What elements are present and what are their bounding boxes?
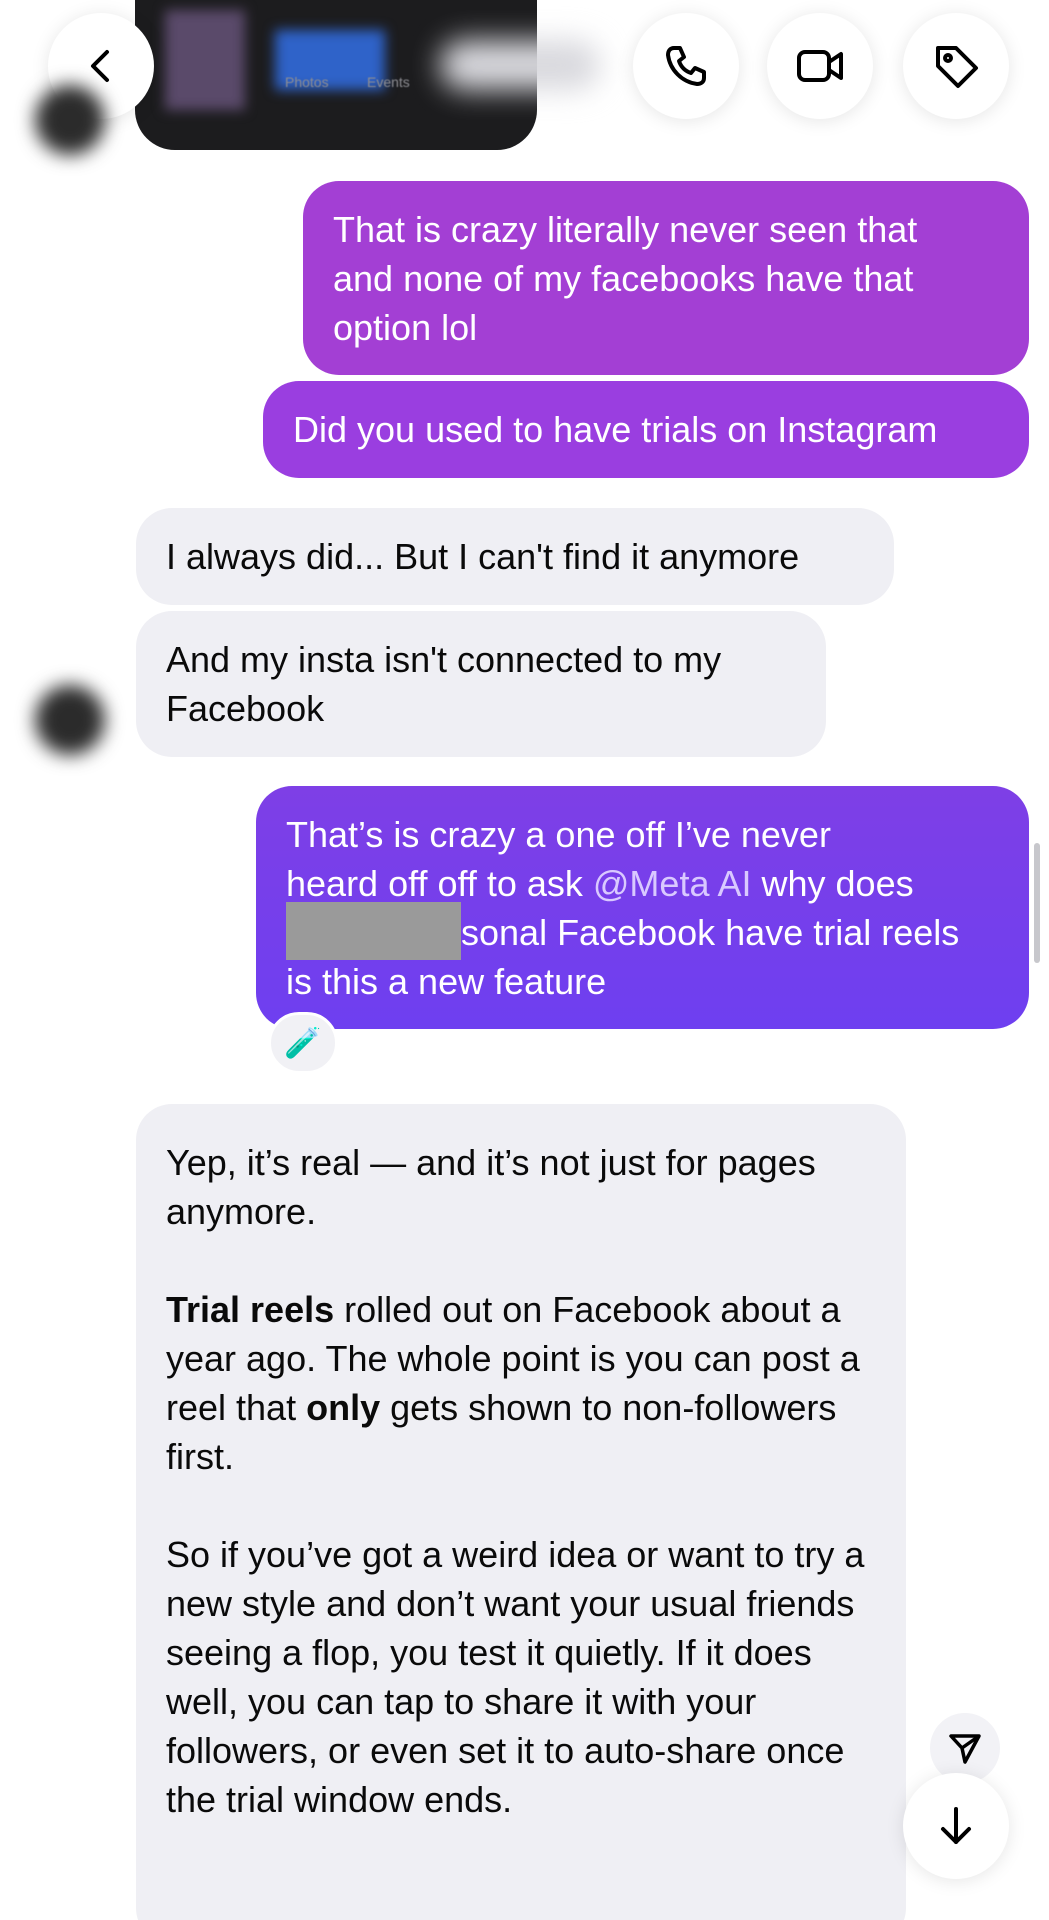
ai-paragraph-2: Trial reels rolled out on Facebook about…: [166, 1285, 876, 1481]
message-text: heard off off to ask: [286, 863, 593, 904]
message-line: and none of my facebooks have that: [333, 258, 914, 299]
outgoing-message[interactable]: That is crazy literally never seen that …: [303, 181, 1029, 375]
message-line: I always did... But I can't find it anym…: [166, 536, 800, 577]
message-line: That’s is crazy a one off I’ve never: [286, 814, 831, 855]
call-button[interactable]: [633, 13, 739, 119]
header-blur: [440, 40, 600, 90]
contact-avatar[interactable]: [35, 685, 105, 755]
test-tube-reaction-icon[interactable]: 🧪: [268, 1012, 338, 1074]
outgoing-message[interactable]: That’s is crazy a one off I’ve never hea…: [256, 786, 1029, 1029]
arrow-down-icon: [941, 1807, 971, 1844]
message-line: That is crazy literally never seen that: [333, 209, 918, 250]
meta-ai-mention[interactable]: @Meta AI: [593, 863, 752, 904]
ai-paragraph-1: Yep, it’s real — and it’s not just for p…: [166, 1142, 816, 1232]
paper-plane-icon: [949, 1734, 981, 1764]
scrollbar[interactable]: [1034, 843, 1040, 963]
outgoing-message[interactable]: Did you used to have trials on Instagram: [263, 381, 1029, 478]
message-line: sonal Facebook have trial reels: [286, 902, 999, 961]
ai-paragraph-3: So if you’ve got a weird idea or want to…: [166, 1534, 865, 1820]
video-camera-icon: [797, 50, 843, 82]
phone-icon: [666, 46, 706, 86]
message-line: option lol: [333, 307, 478, 348]
message-line: And my insta isn't connected to my: [166, 639, 722, 680]
message-line: heard off off to ask @Meta AI why does: [286, 859, 999, 908]
shared-preview-tab-events: Events: [367, 74, 410, 90]
message-text: sonal Facebook have trial reels: [461, 912, 960, 953]
bold-text: Trial reels: [166, 1289, 335, 1330]
share-button[interactable]: [930, 1713, 1000, 1783]
video-call-button[interactable]: [767, 13, 873, 119]
shared-preview-tab-photos: Photos: [285, 74, 329, 90]
message-line: Did you used to have trials on Instagram: [293, 409, 938, 450]
redacted-text: [286, 902, 461, 961]
incoming-message[interactable]: I always did... But I can't find it anym…: [136, 508, 894, 605]
ai-reply-message[interactable]: Yep, it’s real — and it’s not just for p…: [136, 1104, 906, 1920]
message-line: is this a new feature: [286, 961, 607, 1002]
message-text: why does: [751, 863, 914, 904]
tag-icon: [936, 46, 978, 88]
tag-button[interactable]: [903, 13, 1009, 119]
scroll-to-bottom-button[interactable]: [903, 1773, 1009, 1879]
message-line: Facebook: [166, 688, 325, 729]
incoming-message[interactable]: And my insta isn't connected to my Faceb…: [136, 611, 826, 757]
chevron-left-icon: [91, 50, 109, 82]
bold-text: only: [306, 1387, 381, 1428]
contact-avatar[interactable]: [35, 85, 105, 155]
